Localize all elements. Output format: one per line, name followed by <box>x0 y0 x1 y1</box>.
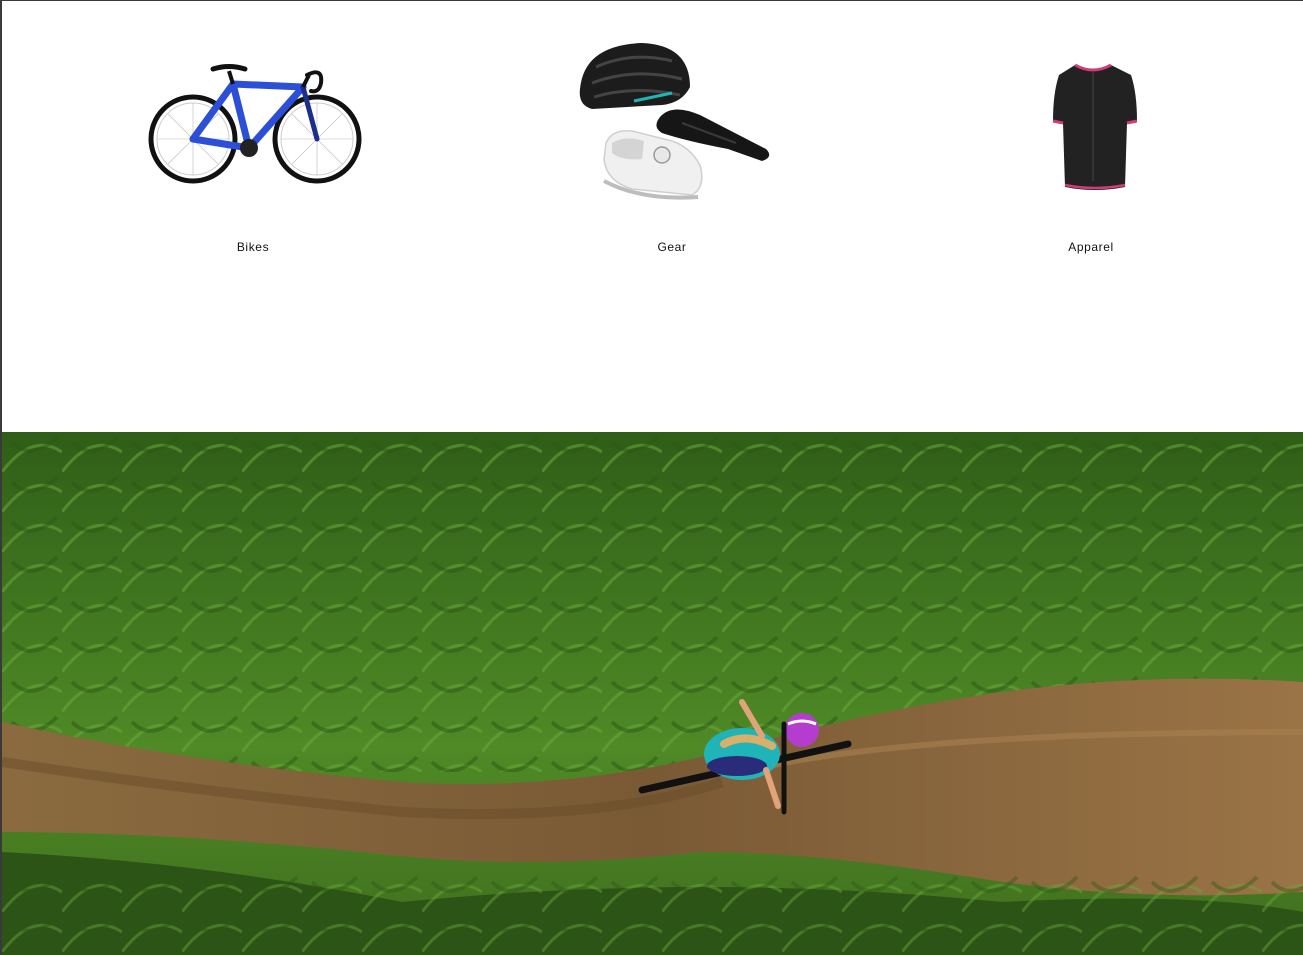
category-label-apparel: Apparel <box>1068 240 1114 254</box>
category-bikes-link[interactable]: Bikes <box>103 31 403 271</box>
category-apparel-link[interactable]: Apparel <box>941 31 1241 271</box>
category-gear-link[interactable]: Gear <box>522 31 822 271</box>
category-label-gear: Gear <box>657 240 687 254</box>
aerial-mountain-biker-on-forest-trail-photo <box>2 432 1303 955</box>
helmet-saddle-shoe-image <box>579 43 770 200</box>
category-label-bikes: Bikes <box>236 240 270 254</box>
page: Bikes Gear Apparel <box>0 0 1303 955</box>
hero-banner <box>2 432 1303 955</box>
category-section: Bikes Gear Apparel <box>2 1 1303 432</box>
cycling-jersey-image <box>1052 63 1138 190</box>
road-bike-image <box>148 64 362 184</box>
